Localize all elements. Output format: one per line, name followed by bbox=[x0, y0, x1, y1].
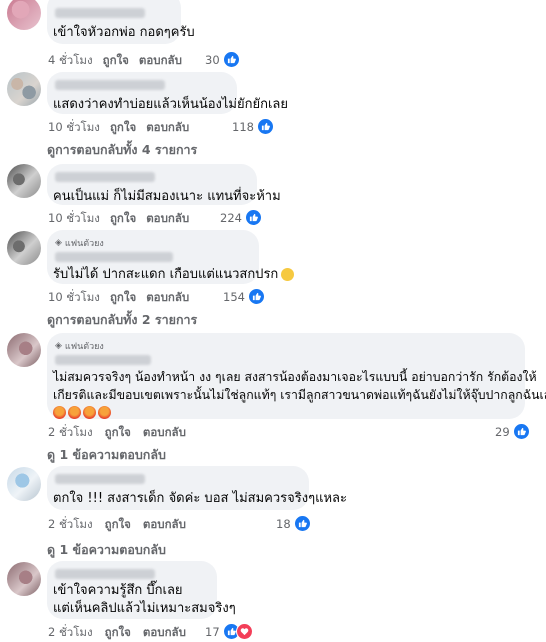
reaction-count[interactable]: 118 bbox=[232, 118, 274, 135]
like-button[interactable]: ถูกใจ bbox=[105, 424, 131, 442]
reaction-number: 17 bbox=[205, 624, 220, 639]
timestamp[interactable]: 2 ชั่วโมง bbox=[48, 516, 93, 534]
reaction-count[interactable]: 30 bbox=[205, 51, 240, 68]
angry-emoji bbox=[53, 406, 66, 419]
thumbs-up-icon bbox=[256, 118, 274, 135]
comment-meta: 2 ชั่วโมง ถูกใจ ตอบกลับ bbox=[48, 624, 186, 642]
view-replies-link[interactable]: ดูการตอบกลับทั้ง 4 รายการ bbox=[47, 140, 197, 160]
emoji-row bbox=[53, 404, 513, 422]
comment-text-line: แต่เห็นคลิปแล้วไม่เหมาะสมจริงๆ bbox=[53, 601, 236, 616]
comment-bubble: เข้าใจหัวอกพ่อ กอดๆครับ bbox=[47, 0, 195, 44]
comment-bubble: แสดงว่าคงทำบ่อยแล้วเห็นน้องไม่ยักยักเลย bbox=[47, 72, 288, 114]
avatar[interactable] bbox=[7, 562, 41, 596]
angry-emoji bbox=[83, 406, 96, 419]
avatar[interactable] bbox=[7, 467, 41, 501]
comment-bubble: ◈ แฟนตัวยง รับไม่ได้ ปากสะแดก เกือบแต่แน… bbox=[47, 230, 295, 284]
like-button[interactable]: ถูกใจ bbox=[110, 289, 136, 307]
timestamp[interactable]: 2 ชั่วโมง bbox=[48, 624, 93, 642]
reaction-count[interactable]: 29 bbox=[495, 423, 530, 440]
fan-badge-label: แฟนตัวยง bbox=[64, 342, 104, 352]
reaction-count[interactable]: 17 bbox=[205, 623, 253, 640]
timestamp[interactable]: 10 ชั่วโมง bbox=[48, 210, 100, 228]
comment-text-line: เกียรติและมีขอบเขตเพราะนั้นไม่ใช่ลูกแท้ๆ… bbox=[53, 388, 546, 402]
reply-button[interactable]: ตอบกลับ bbox=[143, 424, 186, 442]
timestamp[interactable]: 4 ชั่วโมง bbox=[48, 52, 93, 70]
comment-meta: 10 ชั่วโมง ถูกใจ ตอบกลับ bbox=[48, 210, 189, 228]
avatar[interactable] bbox=[7, 0, 41, 30]
fan-badge: ◈ แฟนตัวยง bbox=[55, 339, 513, 353]
comment-meta: 10 ชั่วโมง ถูกใจ ตอบกลับ bbox=[48, 289, 189, 307]
comment-meta: 2 ชั่วโมง ถูกใจ ตอบกลับ bbox=[48, 516, 186, 534]
comment-text: แสดงว่าคงทำบ่อยแล้วเห็นน้องไม่ยักยักเลย bbox=[53, 97, 288, 112]
comment-text: คนเป็นแม่ ก็ไม่มีสมองเนาะ แทนที่จะห้าม bbox=[53, 189, 281, 204]
reaction-number: 29 bbox=[495, 424, 510, 439]
timestamp[interactable]: 10 ชั่วโมง bbox=[48, 289, 100, 307]
reply-button[interactable]: ตอบกลับ bbox=[143, 624, 186, 642]
view-replies-link[interactable]: ดูการตอบกลับทั้ง 2 รายการ bbox=[47, 310, 197, 330]
avatar[interactable] bbox=[7, 333, 41, 367]
avatar[interactable] bbox=[7, 164, 41, 198]
like-button[interactable]: ถูกใจ bbox=[110, 210, 136, 228]
view-replies-link[interactable]: ดู 1 ข้อความตอบกลับ bbox=[47, 540, 166, 560]
reaction-number: 18 bbox=[276, 516, 291, 531]
reply-button[interactable]: ตอบกลับ bbox=[146, 119, 189, 137]
comment-text: รับไม่ได้ ปากสะแดก เกือบแต่แนวสกปรก bbox=[53, 266, 295, 284]
comment-bubble: ตกใจ !!! สงสารเด็ก จัดค่ะ บอส ไม่สมควรจร… bbox=[47, 466, 347, 510]
comment-bubble: คนเป็นแม่ ก็ไม่มีสมองเนาะ แทนที่จะห้าม bbox=[47, 164, 281, 205]
thumbs-up-icon bbox=[244, 209, 262, 226]
reaction-number: 154 bbox=[223, 289, 245, 304]
reply-button[interactable]: ตอบกลับ bbox=[146, 289, 189, 307]
reaction-number: 224 bbox=[220, 210, 242, 225]
diamond-icon: ◈ bbox=[55, 341, 62, 351]
reply-button[interactable]: ตอบกลับ bbox=[143, 516, 186, 534]
reaction-count[interactable]: 224 bbox=[220, 209, 262, 226]
reaction-count[interactable]: 154 bbox=[223, 288, 265, 305]
angry-emoji bbox=[68, 406, 81, 419]
like-button[interactable]: ถูกใจ bbox=[105, 624, 131, 642]
like-button[interactable]: ถูกใจ bbox=[105, 516, 131, 534]
view-replies-link[interactable]: ดู 1 ข้อความตอบกลับ bbox=[47, 445, 166, 465]
fan-badge: ◈ แฟนตัวยง bbox=[55, 236, 247, 250]
like-button[interactable]: ถูกใจ bbox=[110, 119, 136, 137]
heart-icon bbox=[235, 623, 253, 640]
comment-meta: 4 ชั่วโมง ถูกใจ ตอบกลับ bbox=[48, 52, 182, 70]
comment-meta: 10 ชั่วโมง ถูกใจ ตอบกลับ bbox=[48, 119, 189, 137]
avatar[interactable] bbox=[7, 72, 41, 106]
thumbs-up-icon bbox=[293, 515, 311, 532]
comment-text-line: เข้าใจความรู้สึก บึ๊กเลย bbox=[53, 583, 183, 598]
angry-emoji bbox=[98, 406, 111, 419]
thumbs-up-icon bbox=[222, 51, 240, 68]
comment-bubble: เข้าใจความรู้สึก บึ๊กเลย แต่เห็นคลิปแล้ว… bbox=[47, 561, 236, 619]
fan-badge-label: แฟนตัวยง bbox=[64, 239, 104, 249]
pleading-emoji bbox=[281, 268, 295, 281]
timestamp[interactable]: 2 ชั่วโมง bbox=[48, 424, 93, 442]
thumbs-up-icon bbox=[247, 288, 265, 305]
comment-meta: 2 ชั่วโมง ถูกใจ ตอบกลับ bbox=[48, 424, 186, 442]
thumbs-up-icon bbox=[512, 423, 530, 440]
reaction-number: 30 bbox=[205, 52, 220, 67]
diamond-icon: ◈ bbox=[55, 238, 62, 248]
like-button[interactable]: ถูกใจ bbox=[103, 52, 129, 70]
comment-bubble: ◈ แฟนตัวยง ไม่สมควรจริงๆ น้องทำหน้า งง ๆ… bbox=[47, 333, 546, 422]
comment-text-line: รับไม่ได้ ปากสะแดก เกือบแต่แนวสกปรก bbox=[53, 267, 279, 282]
reply-button[interactable]: ตอบกลับ bbox=[146, 210, 189, 228]
timestamp[interactable]: 10 ชั่วโมง bbox=[48, 119, 100, 137]
comment-text: ตกใจ !!! สงสารเด็ก จัดค่ะ บอส ไม่สมควรจร… bbox=[53, 491, 347, 506]
comment-text-line: ไม่สมควรจริงๆ น้องทำหน้า งง ๆเลย สงสารน้… bbox=[53, 370, 537, 384]
reaction-number: 118 bbox=[232, 119, 254, 134]
reply-button[interactable]: ตอบกลับ bbox=[139, 52, 182, 70]
avatar[interactable] bbox=[7, 231, 41, 265]
comment-text: เข้าใจหัวอกพ่อ กอดๆครับ bbox=[53, 25, 195, 40]
reaction-count[interactable]: 18 bbox=[276, 515, 311, 532]
